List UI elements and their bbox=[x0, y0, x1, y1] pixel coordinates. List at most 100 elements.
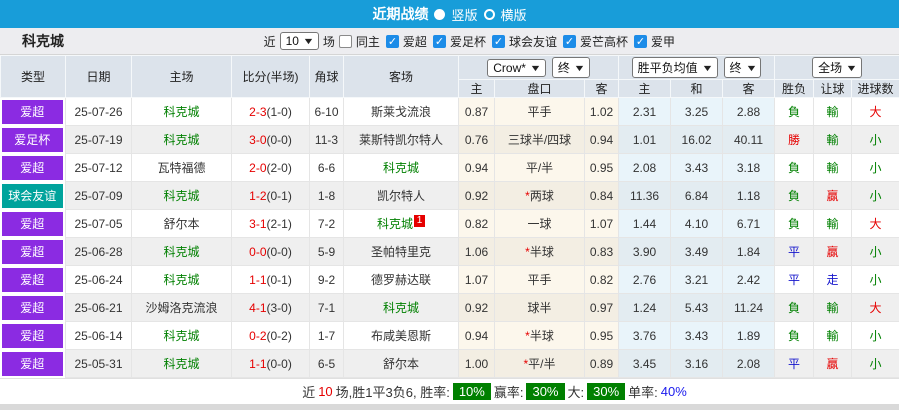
team-name-link[interactable]: 舒尔本 bbox=[163, 217, 199, 231]
league-type-badge[interactable]: 爱足杯 bbox=[2, 128, 64, 152]
handicap-result-cell: 輸 bbox=[814, 294, 852, 322]
league-checkbox-3[interactable]: ✓ bbox=[563, 35, 576, 48]
league-type-badge[interactable]: 爱超 bbox=[2, 240, 64, 264]
team-name-link[interactable]: 科克城 bbox=[163, 133, 199, 147]
league-type-badge[interactable]: 球会友谊 bbox=[2, 184, 64, 208]
team-name-link[interactable]: 布咸美恩斯 bbox=[371, 329, 431, 343]
match-date-cell: 25-06-28 bbox=[66, 238, 132, 266]
odds-away-cell: 2.42 bbox=[723, 266, 775, 294]
team-name-link[interactable]: 莱斯特凯尔特人 bbox=[359, 133, 443, 147]
odds-away-cell: 2.08 bbox=[723, 350, 775, 378]
home-team-cell: 科克城 bbox=[132, 126, 232, 154]
scope-select[interactable]: 全场 ▼ bbox=[812, 57, 862, 78]
handicap-final-select[interactable]: 终 ▼ bbox=[552, 57, 590, 78]
sub-header-handicap-line: 盘口 bbox=[495, 80, 585, 98]
odds-home-cell: 2.08 bbox=[619, 154, 671, 182]
handicap-rate-label: 赢率: bbox=[494, 382, 524, 401]
league-type-badge[interactable]: 爱超 bbox=[2, 352, 64, 376]
team-name-link[interactable]: 科克城 bbox=[383, 161, 419, 175]
team-name-link[interactable]: 科克城 bbox=[163, 273, 199, 287]
team-name-link[interactable]: 科克城 bbox=[377, 217, 413, 231]
league-type-badge[interactable]: 爱超 bbox=[2, 156, 64, 180]
league-label-0[interactable]: 爱超 bbox=[403, 33, 427, 50]
away-team-cell: 舒尔本 bbox=[344, 350, 459, 378]
same-home-checkbox[interactable] bbox=[339, 35, 352, 48]
team-name-link[interactable]: 科克城 bbox=[383, 301, 419, 315]
odds-away-cell: 11.24 bbox=[723, 294, 775, 322]
team-name-link[interactable]: 斯莱戈流浪 bbox=[371, 105, 431, 119]
home-team-cell: 科克城 bbox=[132, 238, 232, 266]
league-type-badge[interactable]: 爱超 bbox=[2, 324, 64, 348]
league-checkbox-0[interactable]: ✓ bbox=[386, 35, 399, 48]
odds-home-cell: 11.36 bbox=[619, 182, 671, 210]
match-date-cell: 25-07-26 bbox=[66, 98, 132, 126]
odds-home-cell: 3.76 bbox=[619, 322, 671, 350]
odds-home-cell: 1.24 bbox=[619, 294, 671, 322]
bookmaker-select[interactable]: Crow* ▼ bbox=[487, 59, 546, 77]
horizontal-layout-label[interactable]: 横版 bbox=[501, 5, 527, 24]
league-label-1[interactable]: 爱足杯 bbox=[450, 33, 486, 50]
league-label-2[interactable]: 球会友谊 bbox=[509, 33, 557, 50]
match-table-body: 爱超25-07-26科克城2-3(1-0)6-10斯莱戈流浪0.87平手1.02… bbox=[1, 98, 899, 378]
team-name-link[interactable]: 沙姆洛克流浪 bbox=[145, 301, 217, 315]
team-name-link[interactable]: 舒尔本 bbox=[383, 357, 419, 371]
match-type-cell: 球会友谊 bbox=[1, 182, 66, 210]
same-home-label[interactable]: 同主 bbox=[356, 33, 380, 50]
corner-cell: 1-8 bbox=[310, 182, 344, 210]
handicap-star: * bbox=[525, 329, 530, 343]
team-name-link[interactable]: 科克城 bbox=[163, 357, 199, 371]
team-name-link[interactable]: 圣帕特里克 bbox=[371, 245, 431, 259]
vertical-layout-radio[interactable] bbox=[434, 9, 445, 20]
team-name-link[interactable]: 科克城 bbox=[163, 329, 199, 343]
rank-badge: 1 bbox=[414, 215, 425, 227]
team-name-link[interactable]: 瓦特福德 bbox=[157, 161, 205, 175]
match-count-select[interactable]: 10 ▼ bbox=[280, 32, 319, 50]
full-score: 1-1 bbox=[249, 273, 266, 287]
odds-home-cell: 1.44 bbox=[619, 210, 671, 238]
vertical-layout-label[interactable]: 竖版 bbox=[451, 5, 477, 24]
single-rate-value: 40% bbox=[661, 384, 687, 399]
league-type-badge[interactable]: 爱超 bbox=[2, 296, 64, 320]
col-header-home: 主场 bbox=[132, 56, 232, 98]
odds-home-cell: 3.45 bbox=[619, 350, 671, 378]
odds-type-select[interactable]: 胜平负均值 ▼ bbox=[632, 57, 718, 78]
league-label-4[interactable]: 爱甲 bbox=[651, 33, 675, 50]
table-row: 爱超25-06-14科克城0-2(0-2)1-7布咸美恩斯0.94*半球0.95… bbox=[1, 322, 899, 350]
handicap-result-cell: 輸 bbox=[814, 210, 852, 238]
corner-cell: 6-5 bbox=[310, 350, 344, 378]
league-type-badge[interactable]: 爱超 bbox=[2, 212, 64, 236]
sub-header-odds-draw: 和 bbox=[671, 80, 723, 98]
handicap-line-cell: *两球 bbox=[495, 182, 585, 210]
score-cell: 2-0(2-0) bbox=[232, 154, 310, 182]
handicap-line-cell: 球半 bbox=[495, 294, 585, 322]
odds-away-cell: 2.88 bbox=[723, 98, 775, 126]
match-type-cell: 爱超 bbox=[1, 322, 66, 350]
team-name-link[interactable]: 德罗赫达联 bbox=[371, 273, 431, 287]
team-name-link[interactable]: 科克城 bbox=[163, 189, 199, 203]
home-team-cell: 科克城 bbox=[132, 322, 232, 350]
team-name: 科克城 bbox=[22, 31, 64, 51]
league-label-3[interactable]: 爱芒高杯 bbox=[580, 33, 628, 50]
handicap-line-cell: 平手 bbox=[495, 266, 585, 294]
handicap-star: * bbox=[525, 189, 530, 203]
sub-header-odds-away: 客 bbox=[723, 80, 775, 98]
team-name-link[interactable]: 科克城 bbox=[163, 105, 199, 119]
match-date-cell: 25-07-05 bbox=[66, 210, 132, 238]
match-count-value: 10 bbox=[286, 34, 299, 48]
col-header-corner: 角球 bbox=[310, 56, 344, 98]
team-name-link[interactable]: 科克城 bbox=[163, 245, 199, 259]
corner-cell: 9-2 bbox=[310, 266, 344, 294]
odds-away-cell: 3.18 bbox=[723, 154, 775, 182]
match-date-cell: 25-05-31 bbox=[66, 350, 132, 378]
handicap-final-value: 终 bbox=[558, 59, 570, 76]
odds-final-select[interactable]: 终 ▼ bbox=[724, 57, 762, 78]
horizontal-layout-radio[interactable] bbox=[484, 9, 495, 20]
league-type-badge[interactable]: 爱超 bbox=[2, 100, 64, 124]
team-name-link[interactable]: 凯尔特人 bbox=[377, 189, 425, 203]
handicap-line-cell: *平/半 bbox=[495, 350, 585, 378]
league-checkbox-1[interactable]: ✓ bbox=[433, 35, 446, 48]
league-type-badge[interactable]: 爱超 bbox=[2, 268, 64, 292]
league-checkbox-4[interactable]: ✓ bbox=[634, 35, 647, 48]
odds-draw-cell: 3.21 bbox=[671, 266, 723, 294]
league-checkbox-2[interactable]: ✓ bbox=[492, 35, 505, 48]
